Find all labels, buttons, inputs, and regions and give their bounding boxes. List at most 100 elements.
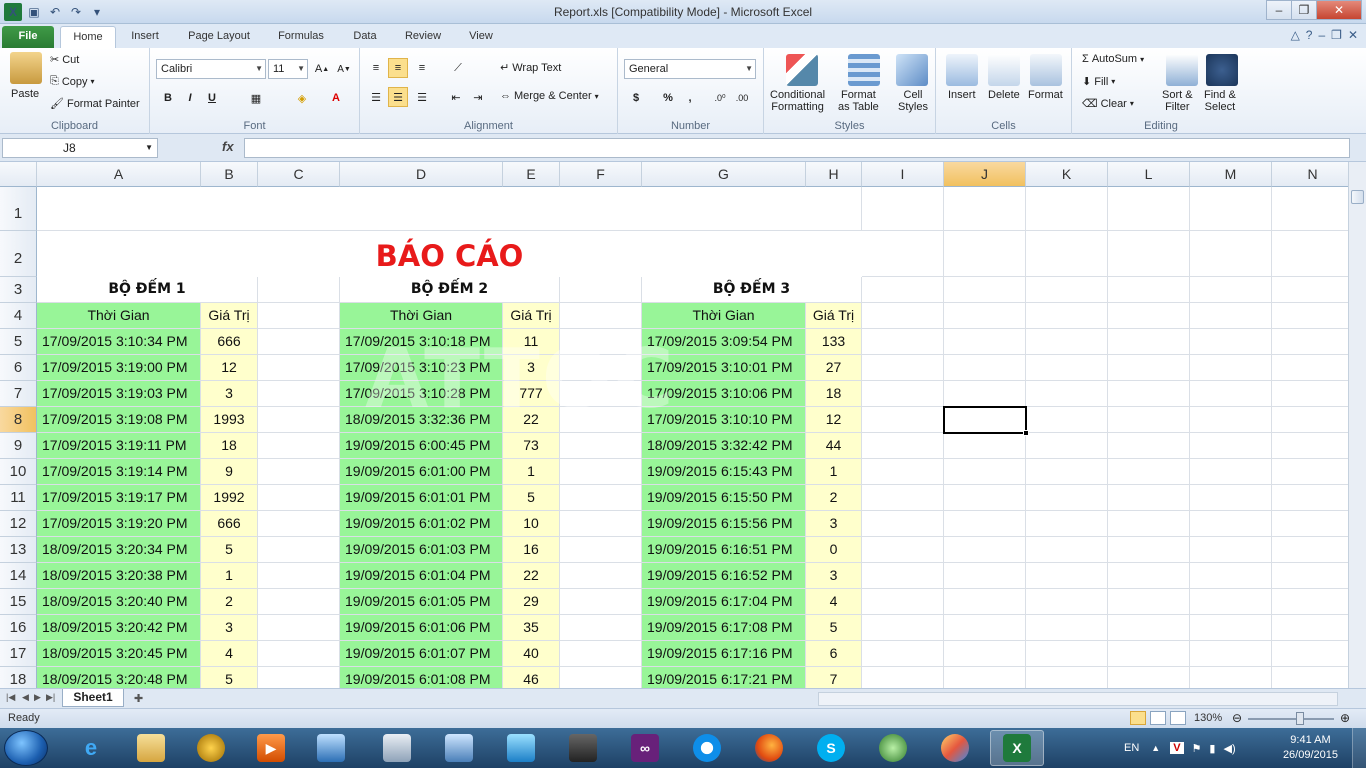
cell-m17[interactable] — [1190, 641, 1272, 667]
cell-l14[interactable] — [1108, 563, 1190, 589]
table-row-value[interactable]: 1 — [806, 459, 862, 485]
cell-k4[interactable] — [1026, 303, 1108, 329]
cell-c16[interactable] — [258, 615, 340, 641]
cell-j3[interactable] — [944, 277, 1026, 303]
merge-center-button[interactable]: ⇔ Merge & Center ▾ — [500, 90, 599, 102]
table-row-value[interactable]: 777 — [503, 381, 560, 407]
font-name-combo[interactable]: Calibri ▼ — [156, 59, 266, 79]
cell-m14[interactable] — [1190, 563, 1272, 589]
row-header-16[interactable]: 16 — [0, 615, 37, 641]
cell-i9[interactable] — [862, 433, 944, 459]
table-row-time[interactable]: 19/09/2015 6:01:07 PM — [340, 641, 503, 667]
cell-c7[interactable] — [258, 381, 340, 407]
column-header-d[interactable]: D — [340, 162, 503, 187]
insert-sheet-icon[interactable]: ✚ — [134, 692, 143, 705]
cell-m11[interactable] — [1190, 485, 1272, 511]
format-button[interactable]: Format — [1028, 89, 1063, 101]
cell-l5[interactable] — [1108, 329, 1190, 355]
table-row-time[interactable]: 17/09/2015 3:10:28 PM — [340, 381, 503, 407]
table-row-value[interactable]: 16 — [503, 537, 560, 563]
table-row-value[interactable]: 35 — [503, 615, 560, 641]
cell-k6[interactable] — [1026, 355, 1108, 381]
restore-button[interactable]: ❐ — [1291, 0, 1317, 20]
table-row-time[interactable]: 17/09/2015 3:19:08 PM — [37, 407, 201, 433]
time-header-1[interactable]: Thời Gian — [37, 303, 201, 329]
table-row-value[interactable]: 2 — [806, 485, 862, 511]
italic-button[interactable]: I — [180, 88, 200, 108]
row-header-10[interactable]: 10 — [0, 459, 37, 485]
table-row-time[interactable]: 19/09/2015 6:15:43 PM — [642, 459, 806, 485]
cell-j4[interactable] — [944, 303, 1026, 329]
cell-l7[interactable] — [1108, 381, 1190, 407]
page-layout-view-icon[interactable] — [1150, 711, 1166, 725]
cell-l2[interactable] — [1108, 231, 1190, 277]
cell-l17[interactable] — [1108, 641, 1190, 667]
cell-n14[interactable] — [1272, 563, 1348, 589]
cell-i11[interactable] — [862, 485, 944, 511]
taskbar-visual-studio[interactable]: ∞ — [618, 730, 672, 766]
table-row-value[interactable]: 27 — [806, 355, 862, 381]
align-left-icon[interactable]: ☰ — [366, 87, 386, 107]
table-row-value[interactable]: 18 — [806, 381, 862, 407]
cell-f14[interactable] — [560, 563, 642, 589]
prev-sheet-icon[interactable]: ◀ — [22, 692, 29, 703]
flag-icon[interactable]: ⚑ — [1192, 742, 1202, 755]
help-icon[interactable]: ? — [1306, 28, 1313, 42]
zoom-in-icon[interactable]: ⊕ — [1340, 711, 1350, 725]
currency-button[interactable]: $ — [626, 88, 646, 108]
table-row-time[interactable]: 18/09/2015 3:32:42 PM — [642, 433, 806, 459]
sort-filter-icon[interactable] — [1166, 54, 1198, 86]
tab-view[interactable]: View — [458, 26, 504, 48]
table-row-time[interactable]: 17/09/2015 3:19:14 PM — [37, 459, 201, 485]
cell-f13[interactable] — [560, 537, 642, 563]
page-break-view-icon[interactable] — [1170, 711, 1186, 725]
taskbar-paint[interactable] — [928, 730, 982, 766]
cell-n11[interactable] — [1272, 485, 1348, 511]
align-right-icon[interactable]: ☰ — [412, 87, 432, 107]
increase-indent-icon[interactable]: ⇥ — [468, 87, 488, 107]
cell-f5[interactable] — [560, 329, 642, 355]
normal-view-icon[interactable] — [1130, 711, 1146, 725]
table-row-time[interactable]: 18/09/2015 3:32:36 PM — [340, 407, 503, 433]
zoom-out-icon[interactable]: ⊖ — [1232, 711, 1242, 725]
clear-button[interactable]: ⌫ Clear ▾ — [1082, 97, 1134, 111]
delete-button[interactable]: Delete — [988, 89, 1020, 101]
cell-n9[interactable] — [1272, 433, 1348, 459]
cell-m13[interactable] — [1190, 537, 1272, 563]
cell-j9[interactable] — [944, 433, 1026, 459]
taskbar-media[interactable]: ▶ — [244, 730, 298, 766]
delete-cells-icon[interactable] — [988, 54, 1020, 86]
table-row-time[interactable]: 17/09/2015 3:19:17 PM — [37, 485, 201, 511]
cell-f17[interactable] — [560, 641, 642, 667]
cell-m16[interactable] — [1190, 615, 1272, 641]
cell-n16[interactable] — [1272, 615, 1348, 641]
align-top-icon[interactable]: ≡ — [366, 58, 386, 78]
paste-icon[interactable] — [10, 52, 42, 84]
column-header-n[interactable]: N — [1272, 162, 1348, 187]
tab-data[interactable]: Data — [342, 26, 388, 48]
network-tray-icon[interactable]: ▮ — [1209, 742, 1215, 755]
cell-j2[interactable] — [944, 231, 1026, 277]
next-sheet-icon[interactable]: ▶ — [34, 692, 41, 703]
format-cells-icon[interactable] — [1030, 54, 1062, 86]
table-row-value[interactable]: 22 — [503, 407, 560, 433]
column-header-j[interactable]: J — [944, 162, 1026, 187]
row-header-18[interactable]: 18 — [0, 667, 37, 688]
cell-n5[interactable] — [1272, 329, 1348, 355]
decrease-decimal-icon[interactable]: .00 — [732, 88, 752, 108]
cell-i17[interactable] — [862, 641, 944, 667]
taskbar-connect[interactable] — [494, 730, 548, 766]
zoom-level[interactable]: 130% — [1194, 712, 1222, 724]
table-row-time[interactable]: 19/09/2015 6:16:52 PM — [642, 563, 806, 589]
table-row-time[interactable]: 19/09/2015 6:15:50 PM — [642, 485, 806, 511]
row-header-17[interactable]: 17 — [0, 641, 37, 667]
cell-j13[interactable] — [944, 537, 1026, 563]
table-row-time[interactable]: 17/09/2015 3:10:34 PM — [37, 329, 201, 355]
cell-l18[interactable] — [1108, 667, 1190, 688]
taskbar-network[interactable] — [432, 730, 486, 766]
cell-n12[interactable] — [1272, 511, 1348, 537]
row-header-2[interactable]: 2 — [0, 231, 37, 277]
cell-m3[interactable] — [1190, 277, 1272, 303]
cell-c6[interactable] — [258, 355, 340, 381]
name-box[interactable]: J8 ▼ — [2, 138, 158, 158]
